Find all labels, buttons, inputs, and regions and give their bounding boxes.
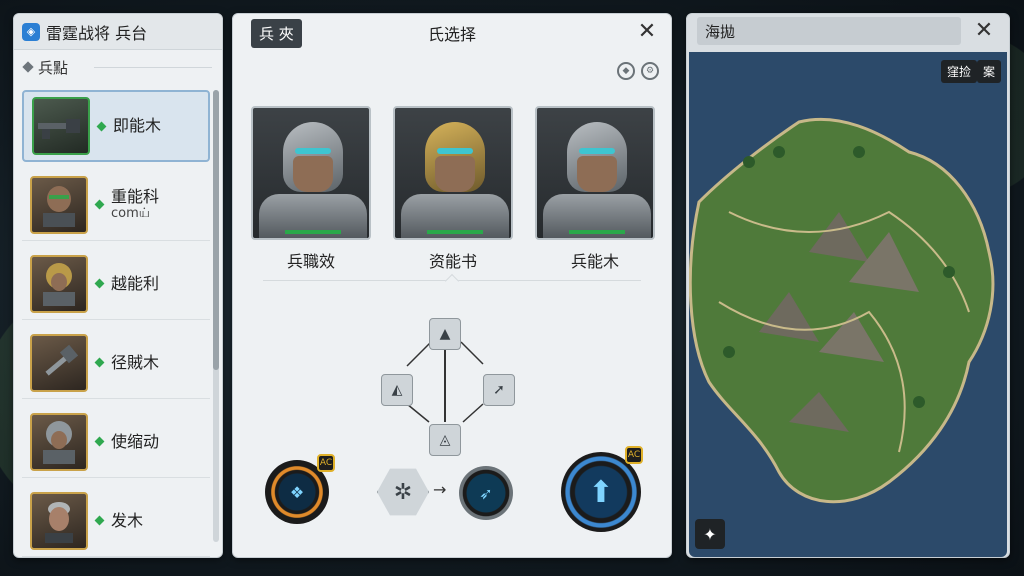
unit-subtitle: comய் <box>111 206 150 222</box>
diamond-bullet-icon <box>22 61 34 73</box>
gold-helmet-soldier-icon <box>30 254 88 313</box>
section-divider <box>94 66 212 68</box>
status-dot-icon <box>94 278 105 289</box>
skill-flow-diagram: ▲ ◭ ➚ ◬ <box>373 314 533 456</box>
unit-item[interactable]: 径賊木 <box>22 327 210 399</box>
status-dot-icon <box>94 436 105 447</box>
close-icon[interactable]: ✕ <box>635 20 659 44</box>
game-logo-icon: ◈ <box>22 22 40 41</box>
center-panel-header: 兵 夾 氏选择 ✕ <box>233 14 671 52</box>
portrait-name: 兵職效 <box>286 252 335 271</box>
status-dot-icon <box>94 199 105 210</box>
status-dot-icon <box>94 515 105 526</box>
skill-crystal-icon[interactable]: ⬆ <box>561 452 641 532</box>
unit-list: 即能木 重能科 comய் 越能利 径賊木 使缩动 发木 <box>22 90 210 564</box>
portrait-name: 资能书 <box>428 252 477 271</box>
unit-list-panel: ◈ 雷霆战将 兵台 兵點 即能木 重能科 comய் 越能利 径賊木 使缩动 发… <box>13 13 223 558</box>
map-filter-button[interactable]: 案 <box>976 60 1001 83</box>
unit-item[interactable]: 发木 <box>22 485 210 557</box>
selection-caret-icon <box>444 273 460 289</box>
island-map[interactable]: 窪捡 案 ✦ <box>689 52 1007 557</box>
section-label-row: 兵點 <box>14 50 222 84</box>
tab-unit-type[interactable]: 兵 夾 <box>251 18 302 48</box>
map-layer-button[interactable]: 窪捡 <box>940 60 977 83</box>
skill-scatter-icon[interactable]: ✲ <box>377 468 429 516</box>
center-toolbar: ◆ ⚙ <box>617 62 659 80</box>
flow-node-bottom-icon[interactable]: ◬ <box>429 424 461 456</box>
left-panel-title: 雷霆战将 兵台 <box>46 23 148 43</box>
arrow-right-icon: → <box>433 480 447 499</box>
unit-name: 重能科 <box>111 186 160 206</box>
island-terrain <box>689 117 995 504</box>
unit-item[interactable]: 越能利 <box>22 248 210 320</box>
status-dot-icon <box>94 357 105 368</box>
unit-name: 即能木 <box>113 116 162 136</box>
commander-portraits: 兵職效 资能书 兵能木 <box>251 106 655 272</box>
left-panel-header: ◈ 雷霆战将 兵台 <box>14 14 222 50</box>
health-bar <box>569 230 625 234</box>
close-icon[interactable]: ✕ <box>969 16 999 46</box>
portrait-name: 兵能木 <box>570 252 619 271</box>
map-panel-header: 海拋 ✕ <box>687 14 1009 48</box>
player-marker-icon[interactable]: ✦ <box>695 519 725 549</box>
scrollbar-thumb[interactable] <box>213 90 219 370</box>
unit-selection-panel: 兵 夾 氏选择 ✕ ◆ ⚙ 兵職效 资能书 兵能木 ▲ ◭ ➚ ◬ ❖ AC ✲… <box>232 13 672 558</box>
unit-name: 使缩动 <box>111 431 160 451</box>
commander-portrait[interactable] <box>535 106 655 240</box>
health-bar <box>427 230 483 234</box>
commander-portrait[interactable] <box>251 106 371 240</box>
gear-icon[interactable]: ⚙ <box>641 62 659 80</box>
map-panel: 海拋 ✕ 窪捡 案 ✦ <box>686 13 1010 558</box>
flow-node-left-icon[interactable]: ◭ <box>381 374 413 406</box>
portrait-card[interactable]: 资能书 <box>393 106 513 272</box>
skill-spear-icon[interactable]: ➶ <box>459 466 513 520</box>
skill-badge: AC <box>317 454 335 472</box>
section-label: 兵點 <box>38 58 69 77</box>
unit-name: 越能利 <box>111 273 160 293</box>
health-bar <box>285 230 341 234</box>
status-dot-icon <box>96 121 107 131</box>
unit-list-scrollbar[interactable] <box>213 90 219 542</box>
unit-item-selected[interactable]: 即能木 <box>22 90 210 162</box>
flow-node-top-icon[interactable]: ▲ <box>429 318 461 350</box>
unit-item[interactable]: 使缩动 <box>22 406 210 478</box>
unit-name: 径賊木 <box>111 352 160 372</box>
eye-icon[interactable]: ◆ <box>617 62 635 80</box>
flow-node-right-icon[interactable]: ➚ <box>483 374 515 406</box>
portrait-card[interactable]: 兵能木 <box>535 106 655 272</box>
rifle-thumbnail-icon <box>32 97 90 155</box>
soldier-portrait-icon <box>30 175 88 234</box>
hammer-weapon-icon <box>30 333 88 392</box>
portrait-card[interactable]: 兵職效 <box>251 106 371 272</box>
officer-portrait-icon <box>30 491 88 550</box>
map-panel-title: 海拋 <box>697 17 961 45</box>
unit-name: 发木 <box>111 510 144 530</box>
armored-soldier-icon <box>30 412 88 471</box>
commander-portrait[interactable] <box>393 106 513 240</box>
skill-badge: AC <box>625 446 643 464</box>
unit-item[interactable]: 重能科 comய் <box>22 169 210 241</box>
